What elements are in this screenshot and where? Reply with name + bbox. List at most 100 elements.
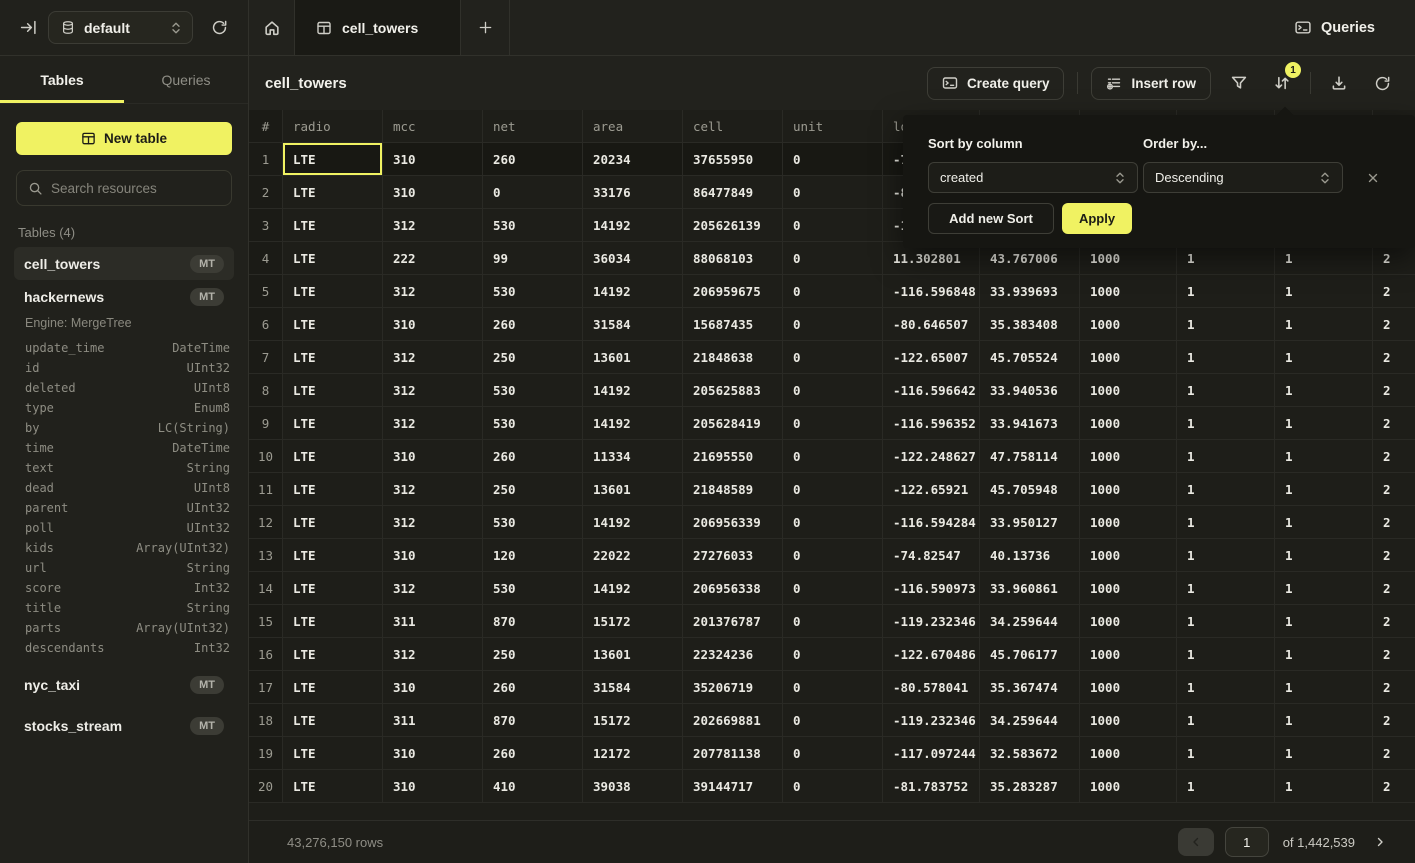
refresh-connection-icon[interactable]: [204, 13, 234, 43]
table-cell[interactable]: 14192: [583, 209, 683, 242]
table-cell[interactable]: 310: [383, 671, 483, 704]
table-cell[interactable]: 205626139: [683, 209, 783, 242]
selected-cell[interactable]: LTE: [283, 143, 383, 176]
table-cell[interactable]: 1: [1275, 308, 1373, 341]
table-cell[interactable]: 410: [483, 770, 583, 803]
table-cell[interactable]: 0: [783, 308, 883, 341]
table-cell[interactable]: 206956338: [683, 572, 783, 605]
table-cell[interactable]: 14192: [583, 506, 683, 539]
table-cell[interactable]: 1: [1177, 539, 1275, 572]
table-cell[interactable]: 2: [1373, 605, 1415, 638]
table-cell[interactable]: 0: [483, 176, 583, 209]
table-cell[interactable]: 1: [1177, 572, 1275, 605]
table-cell[interactable]: 311: [383, 605, 483, 638]
column-header-unit[interactable]: unit: [783, 110, 883, 143]
table-cell[interactable]: LTE: [283, 209, 383, 242]
table-cell[interactable]: 0: [783, 440, 883, 473]
table-cell[interactable]: LTE: [283, 341, 383, 374]
table-cell[interactable]: 1: [1275, 737, 1373, 770]
table-cell[interactable]: 0: [783, 341, 883, 374]
table-cell[interactable]: -119.232346: [883, 704, 980, 737]
table-cell[interactable]: 202669881: [683, 704, 783, 737]
table-cell[interactable]: 1: [1275, 341, 1373, 374]
table-cell[interactable]: 1000: [1080, 440, 1177, 473]
table-cell[interactable]: LTE: [283, 176, 383, 209]
table-cell[interactable]: 312: [383, 473, 483, 506]
table-cell[interactable]: -116.594284: [883, 506, 980, 539]
table-cell[interactable]: 1: [1275, 275, 1373, 308]
table-cell[interactable]: 530: [483, 407, 583, 440]
table-cell[interactable]: 0: [783, 209, 883, 242]
table-cell[interactable]: 47.758114: [980, 440, 1080, 473]
table-cell[interactable]: 1000: [1080, 539, 1177, 572]
sort-icon[interactable]: 1: [1267, 68, 1297, 98]
table-cell[interactable]: -119.232346: [883, 605, 980, 638]
table-cell[interactable]: 2: [1373, 638, 1415, 671]
table-cell[interactable]: 14192: [583, 374, 683, 407]
collapse-sidebar-icon[interactable]: [20, 19, 37, 36]
table-cell[interactable]: 260: [483, 671, 583, 704]
table-cell[interactable]: 0: [783, 770, 883, 803]
table-cell[interactable]: 1: [1177, 440, 1275, 473]
table-cell[interactable]: 312: [383, 341, 483, 374]
table-cell[interactable]: 870: [483, 605, 583, 638]
table-cell[interactable]: 312: [383, 638, 483, 671]
table-cell[interactable]: -80.578041: [883, 671, 980, 704]
column-header-mcc[interactable]: mcc: [383, 110, 483, 143]
table-cell[interactable]: 1: [1275, 506, 1373, 539]
table-cell[interactable]: 35.367474: [980, 671, 1080, 704]
table-cell[interactable]: 1: [1275, 605, 1373, 638]
table-cell[interactable]: LTE: [283, 638, 383, 671]
page-number-input[interactable]: [1225, 827, 1269, 857]
table-cell[interactable]: -122.248627: [883, 440, 980, 473]
table-cell[interactable]: 14192: [583, 407, 683, 440]
table-cell[interactable]: 22324236: [683, 638, 783, 671]
table-cell[interactable]: 530: [483, 209, 583, 242]
table-cell[interactable]: 310: [383, 770, 483, 803]
table-cell[interactable]: 88068103: [683, 242, 783, 275]
table-cell[interactable]: 1000: [1080, 374, 1177, 407]
next-page-button[interactable]: [1369, 828, 1391, 856]
table-cell[interactable]: LTE: [283, 539, 383, 572]
table-cell[interactable]: LTE: [283, 770, 383, 803]
table-cell[interactable]: -122.65007: [883, 341, 980, 374]
table-cell[interactable]: 206956339: [683, 506, 783, 539]
column-header-area[interactable]: area: [583, 110, 683, 143]
apply-sort-button[interactable]: Apply: [1062, 203, 1132, 234]
table-cell[interactable]: 45.706177: [980, 638, 1080, 671]
table-cell[interactable]: 312: [383, 374, 483, 407]
table-cell[interactable]: 2: [1373, 506, 1415, 539]
remove-sort-icon[interactable]: [1364, 169, 1382, 187]
table-cell[interactable]: 12172: [583, 737, 683, 770]
new-table-button[interactable]: New table: [16, 122, 232, 155]
table-cell[interactable]: LTE: [283, 572, 383, 605]
table-cell[interactable]: 1000: [1080, 704, 1177, 737]
table-cell[interactable]: -74.82547: [883, 539, 980, 572]
table-cell[interactable]: 2: [1373, 407, 1415, 440]
table-cell[interactable]: 310: [383, 308, 483, 341]
table-cell[interactable]: 0: [783, 275, 883, 308]
table-cell[interactable]: 21848638: [683, 341, 783, 374]
table-cell[interactable]: 34.259644: [980, 605, 1080, 638]
table-cell[interactable]: 35.383408: [980, 308, 1080, 341]
table-cell[interactable]: -122.65921: [883, 473, 980, 506]
table-cell[interactable]: 2: [1373, 341, 1415, 374]
table-cell[interactable]: -117.097244: [883, 737, 980, 770]
table-cell[interactable]: LTE: [283, 506, 383, 539]
table-cell[interactable]: 0: [783, 638, 883, 671]
table-cell[interactable]: 39144717: [683, 770, 783, 803]
table-cell[interactable]: 250: [483, 341, 583, 374]
table-cell[interactable]: 312: [383, 506, 483, 539]
table-cell[interactable]: 33.950127: [980, 506, 1080, 539]
table-cell[interactable]: LTE: [283, 473, 383, 506]
table-cell[interactable]: 13601: [583, 638, 683, 671]
table-cell[interactable]: 99: [483, 242, 583, 275]
table-cell[interactable]: 1000: [1080, 308, 1177, 341]
sort-order-select[interactable]: Descending: [1143, 162, 1343, 193]
table-cell[interactable]: 15687435: [683, 308, 783, 341]
filter-icon[interactable]: [1224, 68, 1254, 98]
table-cell[interactable]: 22022: [583, 539, 683, 572]
table-cell[interactable]: 2: [1373, 473, 1415, 506]
table-cell[interactable]: 13601: [583, 341, 683, 374]
table-cell[interactable]: 310: [383, 737, 483, 770]
